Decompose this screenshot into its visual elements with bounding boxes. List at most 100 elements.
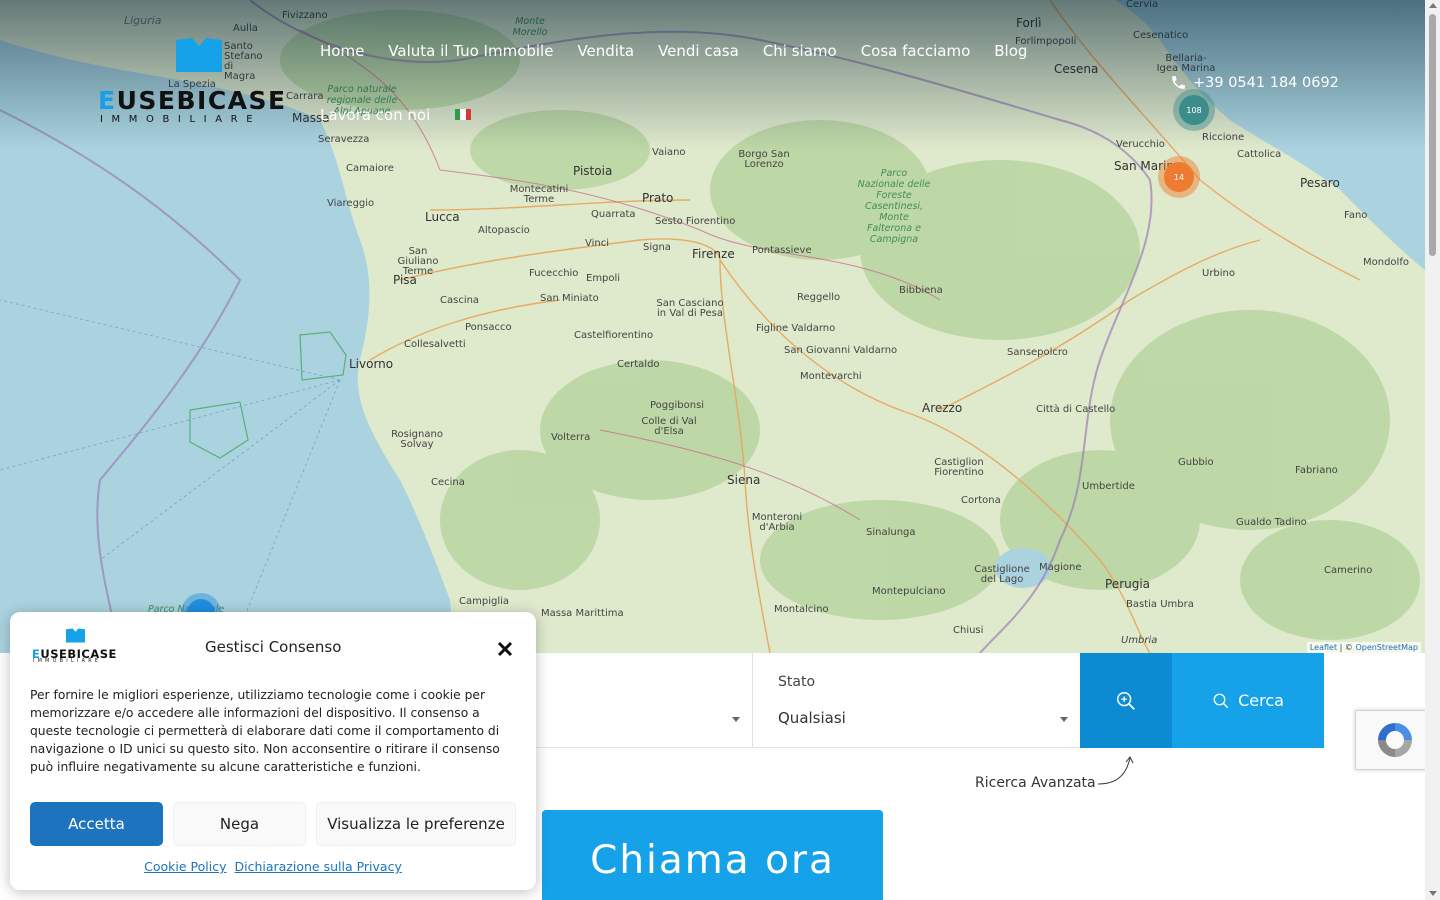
map-place-label: Pontassieve	[752, 245, 812, 256]
cookie-policy-link[interactable]: Cookie Policy	[144, 859, 226, 874]
map-place-label: Aulla	[233, 23, 258, 34]
cluster-count: 108	[1179, 95, 1209, 125]
map-place-label: Vinci	[585, 238, 610, 249]
map-place-label: Seravezza	[318, 134, 370, 145]
map-place-label: Carrara	[286, 91, 324, 102]
osm-link[interactable]: OpenStreetMap	[1355, 643, 1418, 652]
map-attribution: Leaflet | © OpenStreetMap	[1306, 642, 1421, 653]
map-place-label: Fabriano	[1295, 465, 1338, 476]
map-place-label: San Giovanni Valdarno	[784, 345, 898, 356]
search-button-label: Cerca	[1238, 691, 1284, 710]
scroll-down-icon[interactable]	[1429, 891, 1437, 896]
map-place-label: Chiusi	[953, 625, 984, 636]
page-scrollbar[interactable]	[1425, 0, 1440, 900]
map-place-label: Reggello	[797, 292, 841, 303]
recaptcha-badge[interactable]	[1355, 710, 1435, 770]
scroll-up-icon[interactable]	[1429, 3, 1437, 8]
deny-button[interactable]: Nega	[173, 802, 306, 846]
nav-vendita[interactable]: Vendita	[577, 42, 634, 60]
close-icon[interactable]	[496, 640, 514, 658]
logo-wordmark: EUSEBICASE	[98, 86, 287, 115]
map-place-label: San Casciano in Val di Pesa	[656, 298, 724, 319]
map-place-label: Firenze	[692, 247, 735, 261]
logo-subtitle: IMMOBILIARE	[33, 659, 102, 664]
search-icon	[1213, 693, 1229, 708]
call-now-button[interactable]: Chiama ora	[542, 810, 883, 900]
map-place-label: Riccione	[1202, 132, 1245, 143]
nav-lavora-con-noi[interactable]: Lavora con noi	[320, 106, 430, 124]
scrollbar-thumb[interactable]	[1429, 14, 1436, 256]
map-place-label: Città di Castello	[1036, 404, 1116, 415]
map-place-label: Cortona	[961, 495, 1001, 506]
map-place-label: Volterra	[551, 432, 591, 443]
site-logo[interactable]: EUSEBICASE IMMOBILIARE	[98, 38, 288, 128]
nav-chi-siamo[interactable]: Chi siamo	[763, 42, 837, 60]
cookie-dialog-text: Per fornire le migliori esperienze, util…	[30, 688, 500, 774]
map-place-label: Castiglione del Lago	[974, 564, 1030, 585]
accept-button[interactable]: Accetta	[30, 802, 163, 846]
map-place-label: Cesenatico	[1133, 30, 1189, 41]
map-place-label: Certaldo	[617, 359, 660, 370]
map-place-label: Castiglion Fiorentino	[934, 457, 984, 478]
map-place-label: San Giuliano Terme	[397, 246, 439, 277]
nav-blog[interactable]: Blog	[994, 42, 1027, 60]
it-flag-icon[interactable]	[455, 109, 471, 120]
cookie-dialog-title: Gestisci Consenso	[205, 638, 342, 656]
map-place-label: Pesaro	[1300, 176, 1340, 190]
map-place-label: Camaiore	[346, 163, 394, 174]
map-place-label: Prato	[642, 191, 674, 205]
house-logo-icon	[66, 628, 85, 643]
advanced-search-button[interactable]	[1080, 653, 1172, 748]
cluster-count: 14	[1164, 162, 1194, 192]
nav-cosa-facciamo[interactable]: Cosa facciamo	[861, 42, 971, 60]
nav-valuta[interactable]: Valuta il Tuo Immobile	[388, 42, 553, 60]
map-place-label: Monteroni d'Arbia	[751, 512, 803, 533]
map-place-label: Poggibonsi	[650, 400, 705, 411]
map-place-label: Montevarchi	[800, 371, 862, 382]
map-place-label: Umbertide	[1082, 481, 1135, 492]
stato-label: Stato	[778, 674, 816, 690]
view-preferences-button[interactable]: Visualizza le preferenze	[316, 802, 516, 846]
map-cluster-marker[interactable]: 14	[1158, 156, 1200, 198]
stato-select[interactable]: Stato Qualsiasi	[753, 653, 1080, 748]
logo-subtitle: IMMOBILIARE	[100, 114, 262, 125]
header-phone[interactable]: +39 0541 184 0692	[1170, 74, 1339, 91]
leaflet-link[interactable]: Leaflet	[1310, 643, 1337, 652]
map-place-label: Altopascio	[478, 225, 530, 236]
search-button[interactable]: Cerca	[1172, 653, 1324, 748]
map-place-label: Collesalvetti	[404, 339, 466, 350]
zoom-in-icon	[1117, 691, 1135, 710]
map-place-label: Bibbiena	[899, 285, 943, 296]
map-place-label: Livorno	[349, 357, 394, 371]
map-place-label: Fucecchio	[529, 268, 579, 279]
house-logo-icon	[176, 38, 222, 72]
map-place-label: Magione	[1039, 562, 1082, 573]
map-place-label: Rosignano Solvay	[391, 429, 443, 450]
map-place-label: Urbino	[1202, 268, 1236, 279]
map-place-label: Campiglia	[459, 596, 510, 607]
map-place-label: Pistoia	[573, 164, 613, 178]
map-place-label: Signa	[643, 242, 671, 253]
nav-vendi-casa[interactable]: Vendi casa	[658, 42, 739, 60]
property-search-bar: Stato Qualsiasi Cerca	[535, 653, 1325, 748]
map-place-label: Montepulciano	[872, 586, 946, 597]
map-place-label: Cascina	[440, 295, 480, 306]
map-place-label: Montalcino	[774, 604, 829, 615]
main-nav: Home Valuta il Tuo Immobile Vendita Vend…	[320, 42, 1027, 60]
map-place-label: Liguria	[124, 14, 162, 27]
advanced-search-link[interactable]: Ricerca Avanzata	[975, 775, 1096, 791]
map-place-label: Cesena	[1054, 62, 1099, 76]
phone-icon	[1172, 76, 1185, 89]
phone-number: +39 0541 184 0692	[1193, 74, 1339, 91]
cookie-dialog-logo: EUSEBICASE IMMOBILIARE	[32, 628, 116, 666]
map-place-label: Umbria	[1121, 635, 1158, 646]
privacy-statement-link[interactable]: Dichiarazione sulla Privacy	[234, 859, 401, 874]
map-place-label: Vaiano	[652, 147, 686, 158]
map-cluster-marker[interactable]: 108	[1173, 89, 1215, 131]
map-place-label: Gualdo Tadino	[1236, 517, 1307, 528]
map-place-label: Castelfiorentino	[574, 330, 654, 341]
nav-home[interactable]: Home	[320, 42, 364, 60]
map-place-label: Viareggio	[327, 198, 375, 209]
map-place-label: Quarrata	[591, 209, 636, 220]
search-select-field[interactable]	[535, 653, 753, 748]
